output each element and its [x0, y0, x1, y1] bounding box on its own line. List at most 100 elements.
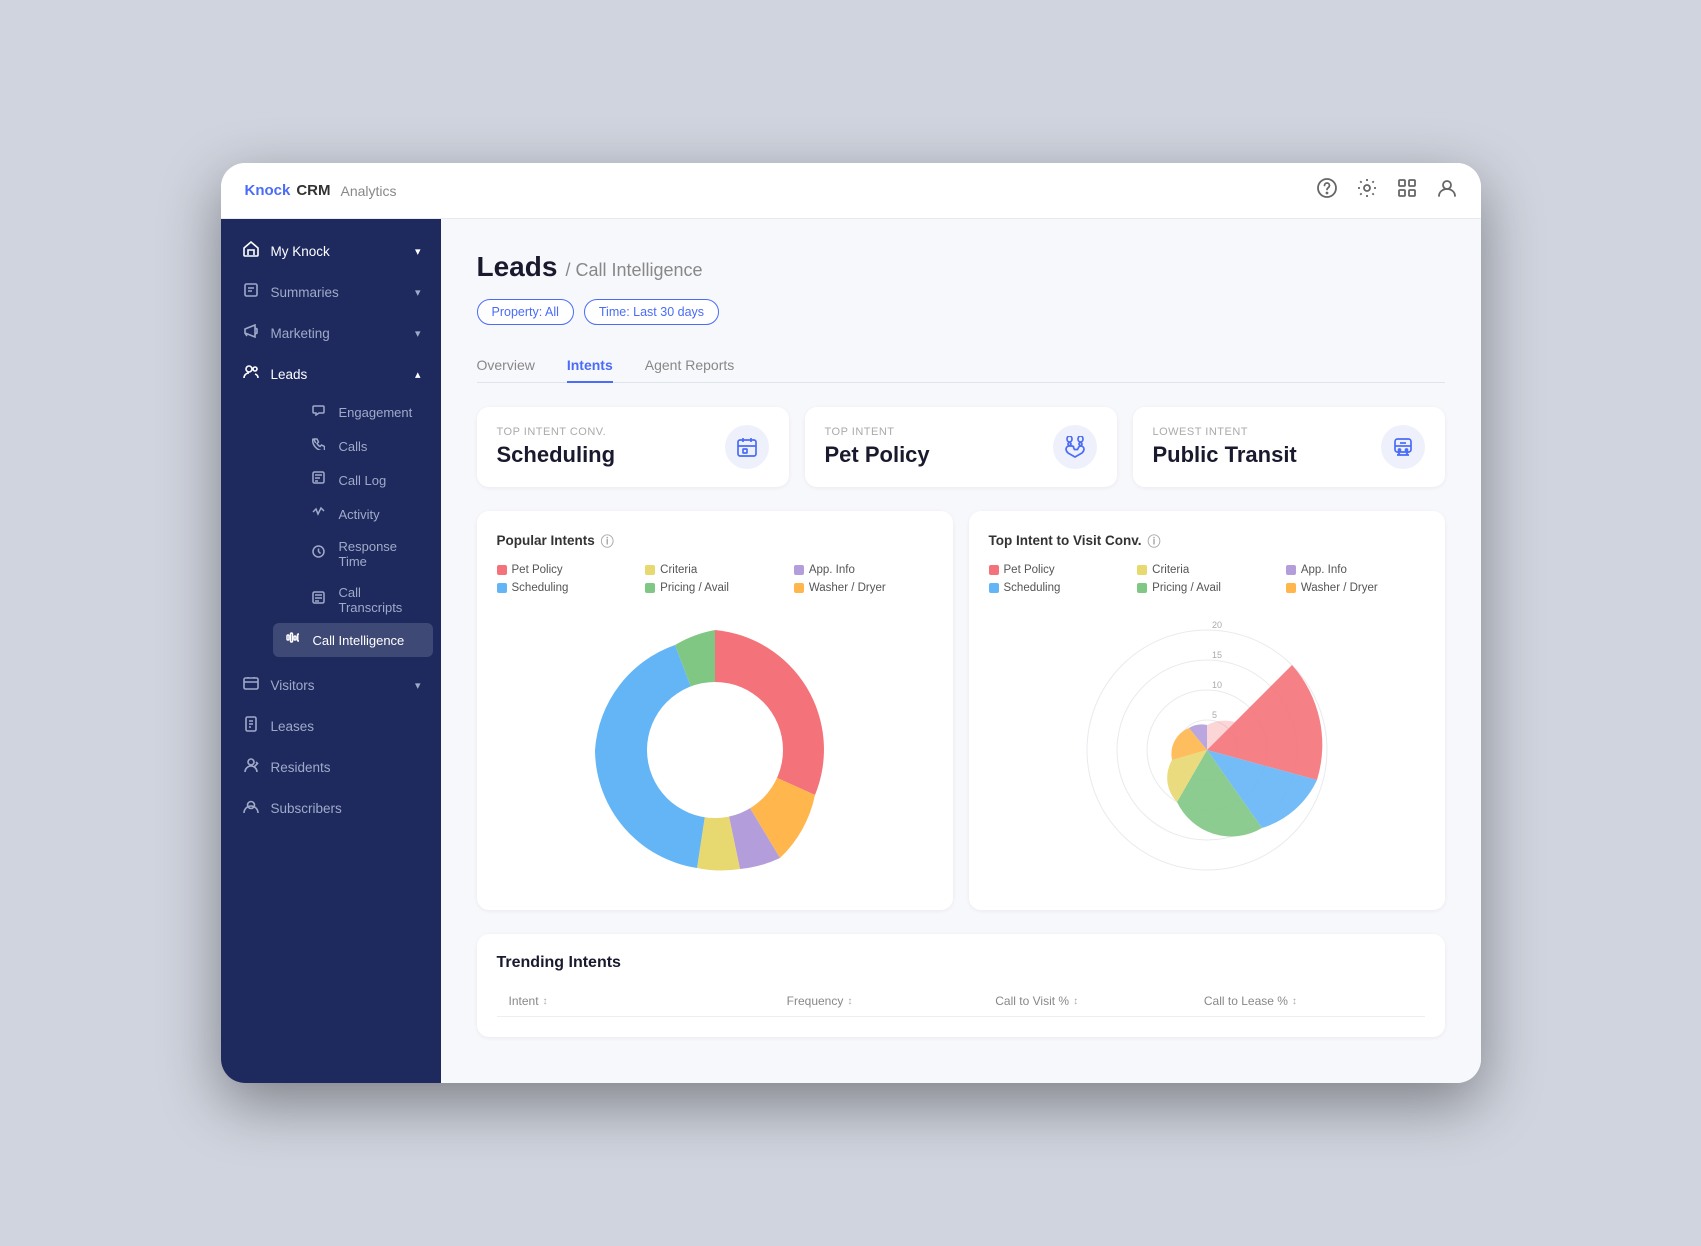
chevron-visitors: ▾ — [415, 679, 421, 692]
top-legend-dot-scheduling — [989, 583, 999, 593]
chevron-summaries: ▾ — [415, 286, 421, 299]
top-legend-dot-pricing-avail — [1137, 583, 1147, 593]
chevron-leads: ▴ — [415, 368, 421, 381]
donut-hole — [647, 682, 783, 818]
intent-card-public-transit-content: LOWEST INTENT Public Transit — [1153, 426, 1297, 468]
donut-svg — [585, 620, 845, 880]
sidebar-item-call-transcripts[interactable]: Call Transcripts — [265, 577, 441, 623]
sidebar-label-leases: Leases — [271, 719, 421, 734]
page-subtitle: / Call Intelligence — [565, 260, 702, 281]
tab-agent-reports[interactable]: Agent Reports — [645, 349, 735, 383]
legend-dot-pet-policy — [497, 565, 507, 575]
trending-table-header: Intent ↕ Frequency ↕ Call to Visit % ↕ C… — [497, 986, 1425, 1017]
page-header: Leads / Call Intelligence — [477, 251, 1445, 283]
top-legend-pet-policy: Pet Policy — [989, 564, 1128, 576]
chevron-marketing: ▾ — [415, 327, 421, 340]
legend-pricing-avail: Pricing / Avail — [645, 582, 784, 594]
sidebar-item-call-intelligence[interactable]: Call Intelligence — [273, 623, 433, 657]
popular-intents-info-icon[interactable]: ⓘ — [601, 531, 614, 550]
legend-washer-dryer: Washer / Dryer — [794, 582, 933, 594]
polar-label-5: 5 — [1212, 710, 1217, 720]
top-legend-dot-criteria — [1137, 565, 1147, 575]
legend-dot-criteria — [645, 565, 655, 575]
filter-time[interactable]: Time: Last 30 days — [584, 299, 719, 325]
leases-icon — [241, 716, 261, 737]
sidebar-item-visitors[interactable]: Visitors ▾ — [221, 665, 441, 706]
top-bar: Knock CRM Analytics — [221, 163, 1481, 219]
tab-overview[interactable]: Overview — [477, 349, 535, 383]
top-legend-scheduling: Scheduling — [989, 582, 1128, 594]
legend-scheduling: Scheduling — [497, 582, 636, 594]
top-intent-info-icon[interactable]: ⓘ — [1148, 531, 1161, 550]
help-icon[interactable] — [1317, 178, 1337, 203]
sidebar: My Knock ▾ Summaries ▾ — [221, 219, 441, 1083]
donut-chart-container — [497, 610, 933, 890]
polar-label-20: 20 — [1212, 620, 1222, 630]
top-intent-chart: Top Intent to Visit Conv. ⓘ Pet Policy C… — [969, 511, 1445, 910]
tabs: Overview Intents Agent Reports — [477, 349, 1445, 383]
intent-card-public-transit-label: LOWEST INTENT — [1153, 426, 1297, 438]
sidebar-item-calls[interactable]: Calls — [265, 429, 441, 463]
sidebar-item-call-log[interactable]: Call Log — [265, 463, 441, 497]
intent-cards: TOP INTENT CONV. Scheduling TOP IN — [477, 407, 1445, 487]
sidebar-label-subscribers: Subscribers — [271, 801, 421, 816]
sidebar-item-leads[interactable]: Leads ▴ — [221, 354, 441, 395]
top-legend-dot-app-info — [1286, 565, 1296, 575]
col-header-call-to-lease: Call to Lease % ↕ — [1204, 994, 1413, 1008]
top-legend-washer-dryer: Washer / Dryer — [1286, 582, 1425, 594]
tab-intents[interactable]: Intents — [567, 349, 613, 383]
col-header-call-to-visit: Call to Visit % ↕ — [995, 994, 1204, 1008]
sidebar-sub-leads: Engagement Calls — [221, 395, 441, 657]
legend-dot-scheduling — [497, 583, 507, 593]
pet-policy-icon — [1053, 425, 1097, 469]
sidebar-item-activity[interactable]: Activity — [265, 497, 441, 531]
sidebar-item-response-time[interactable]: Response Time — [265, 531, 441, 577]
sidebar-item-summaries[interactable]: Summaries ▾ — [221, 272, 441, 313]
call-transcripts-icon — [309, 591, 329, 609]
sidebar-label-summaries: Summaries — [271, 285, 405, 300]
subscribers-icon — [241, 798, 261, 819]
polar-chart-container: 20 15 10 5 — [989, 610, 1425, 890]
polar-svg: 20 15 10 5 — [1067, 610, 1347, 890]
sort-icon-frequency[interactable]: ↕ — [847, 996, 852, 1007]
sidebar-item-my-knock[interactable]: My Knock ▾ — [221, 231, 441, 272]
top-intent-title: Top Intent to Visit Conv. ⓘ — [989, 531, 1425, 550]
top-legend-pricing-avail: Pricing / Avail — [1137, 582, 1276, 594]
brand-crm: CRM — [296, 182, 330, 199]
sort-icon-call-to-lease[interactable]: ↕ — [1292, 996, 1297, 1007]
sidebar-label-residents: Residents — [271, 760, 421, 775]
top-bar-icons — [1317, 178, 1457, 203]
trending-title: Trending Intents — [497, 954, 1425, 972]
page-title: Leads — [477, 251, 558, 283]
sidebar-label-call-intelligence: Call Intelligence — [313, 633, 421, 648]
sidebar-item-residents[interactable]: Residents — [221, 747, 441, 788]
intent-card-public-transit: LOWEST INTENT Public Transit — [1133, 407, 1445, 487]
home-icon — [241, 241, 261, 262]
sidebar-item-marketing[interactable]: Marketing ▾ — [221, 313, 441, 354]
grid-icon[interactable] — [1397, 178, 1417, 203]
sort-icon-call-to-visit[interactable]: ↕ — [1073, 996, 1078, 1007]
user-icon[interactable] — [1437, 178, 1457, 203]
polar-label-15: 15 — [1212, 650, 1222, 660]
intent-card-pet-policy-content: TOP INTENT Pet Policy — [825, 426, 930, 468]
filter-property[interactable]: Property: All — [477, 299, 574, 325]
sidebar-item-leases[interactable]: Leases — [221, 706, 441, 747]
residents-icon — [241, 757, 261, 778]
sort-icon-intent[interactable]: ↕ — [543, 996, 548, 1007]
sidebar-label-call-log: Call Log — [339, 473, 421, 488]
sidebar-item-subscribers[interactable]: Subscribers — [221, 788, 441, 829]
leads-icon — [241, 364, 261, 385]
sidebar-label-call-transcripts: Call Transcripts — [339, 585, 421, 615]
visitors-icon — [241, 675, 261, 696]
polar-label-10: 10 — [1212, 680, 1222, 690]
legend-app-info: App. Info — [794, 564, 933, 576]
chevron-my-knock: ▾ — [415, 245, 421, 258]
intent-card-pet-policy-label: TOP INTENT — [825, 426, 930, 438]
brand-analytics: Analytics — [341, 183, 397, 199]
content-area: Leads / Call Intelligence Property: All … — [441, 219, 1481, 1083]
intent-card-scheduling-content: TOP INTENT CONV. Scheduling — [497, 426, 616, 468]
sidebar-item-engagement[interactable]: Engagement — [265, 395, 441, 429]
top-legend-app-info: App. Info — [1286, 564, 1425, 576]
trending-section: Trending Intents Intent ↕ Frequency ↕ Ca… — [477, 934, 1445, 1037]
settings-icon[interactable] — [1357, 178, 1377, 203]
